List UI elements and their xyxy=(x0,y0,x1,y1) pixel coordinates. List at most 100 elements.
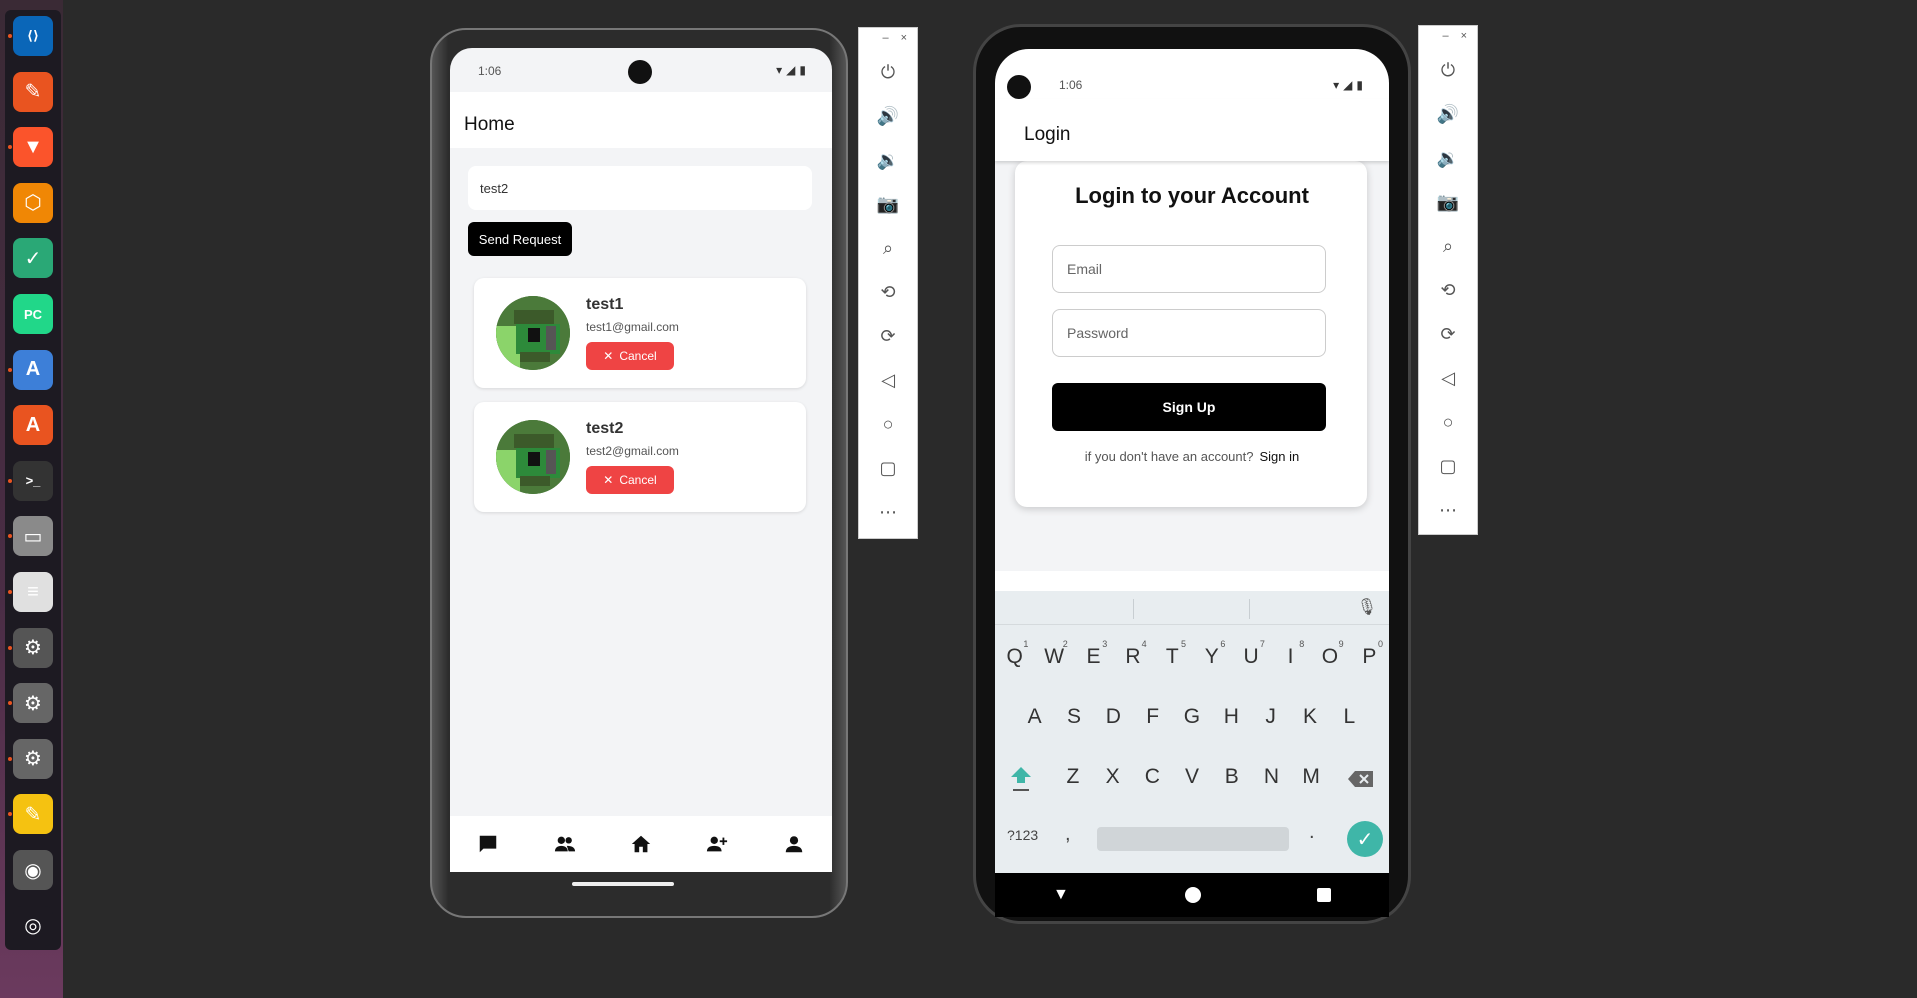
pycharm-icon[interactable]: PC xyxy=(13,294,53,334)
document-viewer-icon[interactable]: ≡ xyxy=(13,572,53,612)
key-u[interactable]: U7 xyxy=(1231,639,1270,669)
rotate-right-icon[interactable]: ⟳ xyxy=(859,314,917,358)
minimize-icon[interactable]: – xyxy=(1442,30,1448,48)
disk-icon[interactable]: ◉ xyxy=(13,850,53,890)
comma-key[interactable]: , xyxy=(1065,823,1071,846)
overview-icon[interactable]: ▢ xyxy=(859,446,917,490)
app-center-icon[interactable]: A xyxy=(13,405,53,446)
back-icon[interactable]: ◁ xyxy=(1419,356,1477,400)
key-y[interactable]: Y6 xyxy=(1192,639,1231,669)
key-d[interactable]: D xyxy=(1094,705,1133,729)
key-b[interactable]: B xyxy=(1212,765,1252,789)
cancel-request-button[interactable]: ✕ Cancel xyxy=(586,342,674,370)
sign-up-button[interactable]: Sign Up xyxy=(1052,383,1326,431)
key-e[interactable]: E3 xyxy=(1074,639,1113,669)
request-card: test2 test2@gmail.com ✕ Cancel xyxy=(474,402,806,512)
camera-icon[interactable]: 📷 xyxy=(859,182,917,226)
zoom-icon[interactable]: ⌕ xyxy=(1419,224,1477,268)
shift-key[interactable] xyxy=(1007,763,1035,795)
close-icon: ✕ xyxy=(603,349,614,363)
username-input[interactable]: test2 xyxy=(468,166,812,210)
files-icon[interactable]: ▭ xyxy=(13,516,53,557)
home-circle-icon[interactable]: ○ xyxy=(859,402,917,446)
camera-icon[interactable]: 📷 xyxy=(1419,180,1477,224)
key-r[interactable]: R4 xyxy=(1113,639,1152,669)
android-studio-icon[interactable]: A xyxy=(13,349,53,390)
running-indicator xyxy=(8,367,12,372)
key-c[interactable]: C xyxy=(1132,765,1172,789)
key-p[interactable]: P0 xyxy=(1350,639,1389,669)
key-j[interactable]: J xyxy=(1251,705,1290,729)
key-n[interactable]: N xyxy=(1252,765,1292,789)
checklist-icon[interactable]: ✓ xyxy=(13,238,53,279)
home-circle-icon[interactable]: ○ xyxy=(1419,400,1477,444)
request-card: test1 test1@gmail.com ✕ Cancel xyxy=(474,278,806,388)
key-a[interactable]: A xyxy=(1015,705,1054,729)
rotate-left-icon[interactable]: ⟲ xyxy=(1419,268,1477,312)
key-w[interactable]: W2 xyxy=(1034,639,1073,669)
brave-icon[interactable]: ▼ xyxy=(13,127,53,168)
pen-app-icon[interactable]: ✎ xyxy=(13,71,53,112)
add-friend-icon[interactable] xyxy=(705,832,729,856)
volume-up-icon[interactable]: 🔊 xyxy=(859,94,917,138)
key-l[interactable]: L xyxy=(1330,705,1369,729)
text-editor-icon[interactable]: ✎ xyxy=(13,794,53,835)
chat-icon[interactable] xyxy=(476,832,500,856)
cancel-request-button[interactable]: ✕ Cancel xyxy=(586,466,674,494)
gesture-bar[interactable] xyxy=(572,882,674,886)
ubuntu-icon[interactable]: ◎ xyxy=(13,905,53,946)
back-icon[interactable]: ▼ xyxy=(1053,886,1069,904)
send-request-button[interactable]: Send Request xyxy=(468,222,572,256)
power-icon[interactable]: ⏻ xyxy=(859,50,917,94)
volume-down-icon[interactable]: 🔉 xyxy=(1419,136,1477,180)
vscode-icon[interactable]: ⟨⟩ xyxy=(13,16,53,56)
password-field[interactable]: Password xyxy=(1052,309,1326,357)
wifi-icon: ▾ xyxy=(1333,78,1340,92)
overview-icon[interactable]: ▢ xyxy=(1419,444,1477,488)
key-t[interactable]: T5 xyxy=(1153,639,1192,669)
zoom-icon[interactable]: ⌕ xyxy=(859,226,917,270)
power-icon[interactable]: ⏻ xyxy=(1419,48,1477,92)
rotate-right-icon[interactable]: ⟳ xyxy=(1419,312,1477,356)
key-m[interactable]: M xyxy=(1291,765,1331,789)
drawio-icon[interactable]: ⬡ xyxy=(13,182,53,223)
profile-icon[interactable] xyxy=(782,832,806,856)
enter-check-icon[interactable]: ✓ xyxy=(1347,821,1383,857)
microphone-icon[interactable]: 🎙 xyxy=(1357,597,1377,617)
app-bar: Login xyxy=(995,99,1389,161)
key-k[interactable]: K xyxy=(1290,705,1329,729)
key-h[interactable]: H xyxy=(1212,705,1251,729)
email-field[interactable]: Email xyxy=(1052,245,1326,293)
key-z[interactable]: Z xyxy=(1053,765,1093,789)
key-f[interactable]: F xyxy=(1133,705,1172,729)
key-v[interactable]: V xyxy=(1172,765,1212,789)
settings-icon-1[interactable]: ⚙ xyxy=(13,627,53,668)
key-q[interactable]: Q1 xyxy=(995,639,1034,669)
more-icon[interactable]: ⋯ xyxy=(859,490,917,534)
period-key[interactable]: . xyxy=(1309,821,1315,844)
home-icon[interactable] xyxy=(629,832,653,856)
rotate-left-icon[interactable]: ⟲ xyxy=(859,270,917,314)
volume-up-icon[interactable]: 🔊 xyxy=(1419,92,1477,136)
sign-in-link[interactable]: Sign in xyxy=(1259,449,1299,464)
close-icon[interactable]: × xyxy=(1461,30,1467,48)
minimize-icon[interactable]: – xyxy=(882,32,888,50)
backspace-key[interactable] xyxy=(1347,769,1375,789)
volume-down-icon[interactable]: 🔉 xyxy=(859,138,917,182)
close-icon[interactable]: × xyxy=(901,32,907,50)
space-key[interactable] xyxy=(1097,827,1289,851)
more-icon[interactable]: ⋯ xyxy=(1419,488,1477,532)
recents-icon[interactable] xyxy=(1316,888,1331,902)
friends-icon[interactable] xyxy=(553,832,577,856)
back-icon[interactable]: ◁ xyxy=(859,358,917,402)
key-s[interactable]: S xyxy=(1054,705,1093,729)
symbols-key[interactable]: ?123 xyxy=(1007,827,1038,843)
key-g[interactable]: G xyxy=(1172,705,1211,729)
terminal-icon[interactable]: >_ xyxy=(13,460,53,501)
key-i[interactable]: I8 xyxy=(1271,639,1310,669)
home-nav-icon[interactable] xyxy=(1184,887,1201,903)
settings-icon-3[interactable]: ⚙ xyxy=(13,738,53,779)
settings-icon-2[interactable]: ⚙ xyxy=(13,683,53,724)
key-x[interactable]: X xyxy=(1093,765,1133,789)
key-o[interactable]: O9 xyxy=(1310,639,1349,669)
